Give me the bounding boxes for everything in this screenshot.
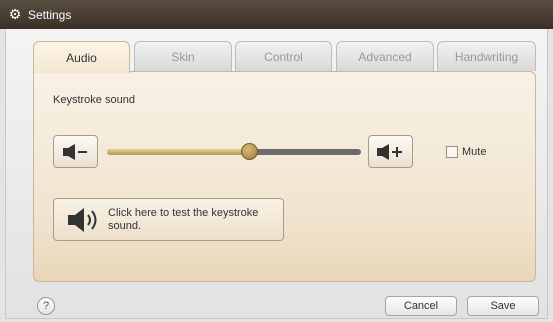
test-sound-button[interactable]: Click here to test the keystroke sound. (53, 198, 284, 241)
keystroke-sound-label: Keystroke sound (53, 94, 135, 106)
volume-slider-thumb[interactable] (241, 143, 259, 160)
volume-slider-fill (107, 149, 250, 155)
volume-slider[interactable] (107, 143, 361, 160)
tab-control[interactable]: Control (235, 41, 332, 71)
gear-icon: ⚙ (8, 6, 22, 23)
speaker-icon (66, 206, 100, 234)
audio-panel: Keystroke sound Mute Click here to test … (33, 71, 536, 282)
tab-advanced[interactable]: Advanced (336, 41, 434, 71)
speaker-plus-icon (376, 143, 402, 160)
cancel-button[interactable]: Cancel (385, 296, 457, 316)
test-sound-label: Click here to test the keystroke sound. (108, 206, 259, 232)
help-button[interactable]: ? (37, 297, 55, 315)
title-bar: ⚙ Settings (0, 0, 553, 29)
volume-up-button[interactable] (368, 135, 413, 168)
tab-handwriting[interactable]: Handwriting (437, 41, 536, 71)
speaker-minus-icon (62, 143, 87, 160)
mute-checkbox[interactable] (446, 146, 458, 158)
volume-down-button[interactable] (53, 135, 98, 168)
save-button[interactable]: Save (467, 296, 539, 316)
window-title: Settings (28, 7, 72, 22)
tab-audio[interactable]: Audio (33, 41, 130, 73)
mute-label: Mute (462, 146, 487, 158)
tab-skin[interactable]: Skin (134, 41, 232, 71)
